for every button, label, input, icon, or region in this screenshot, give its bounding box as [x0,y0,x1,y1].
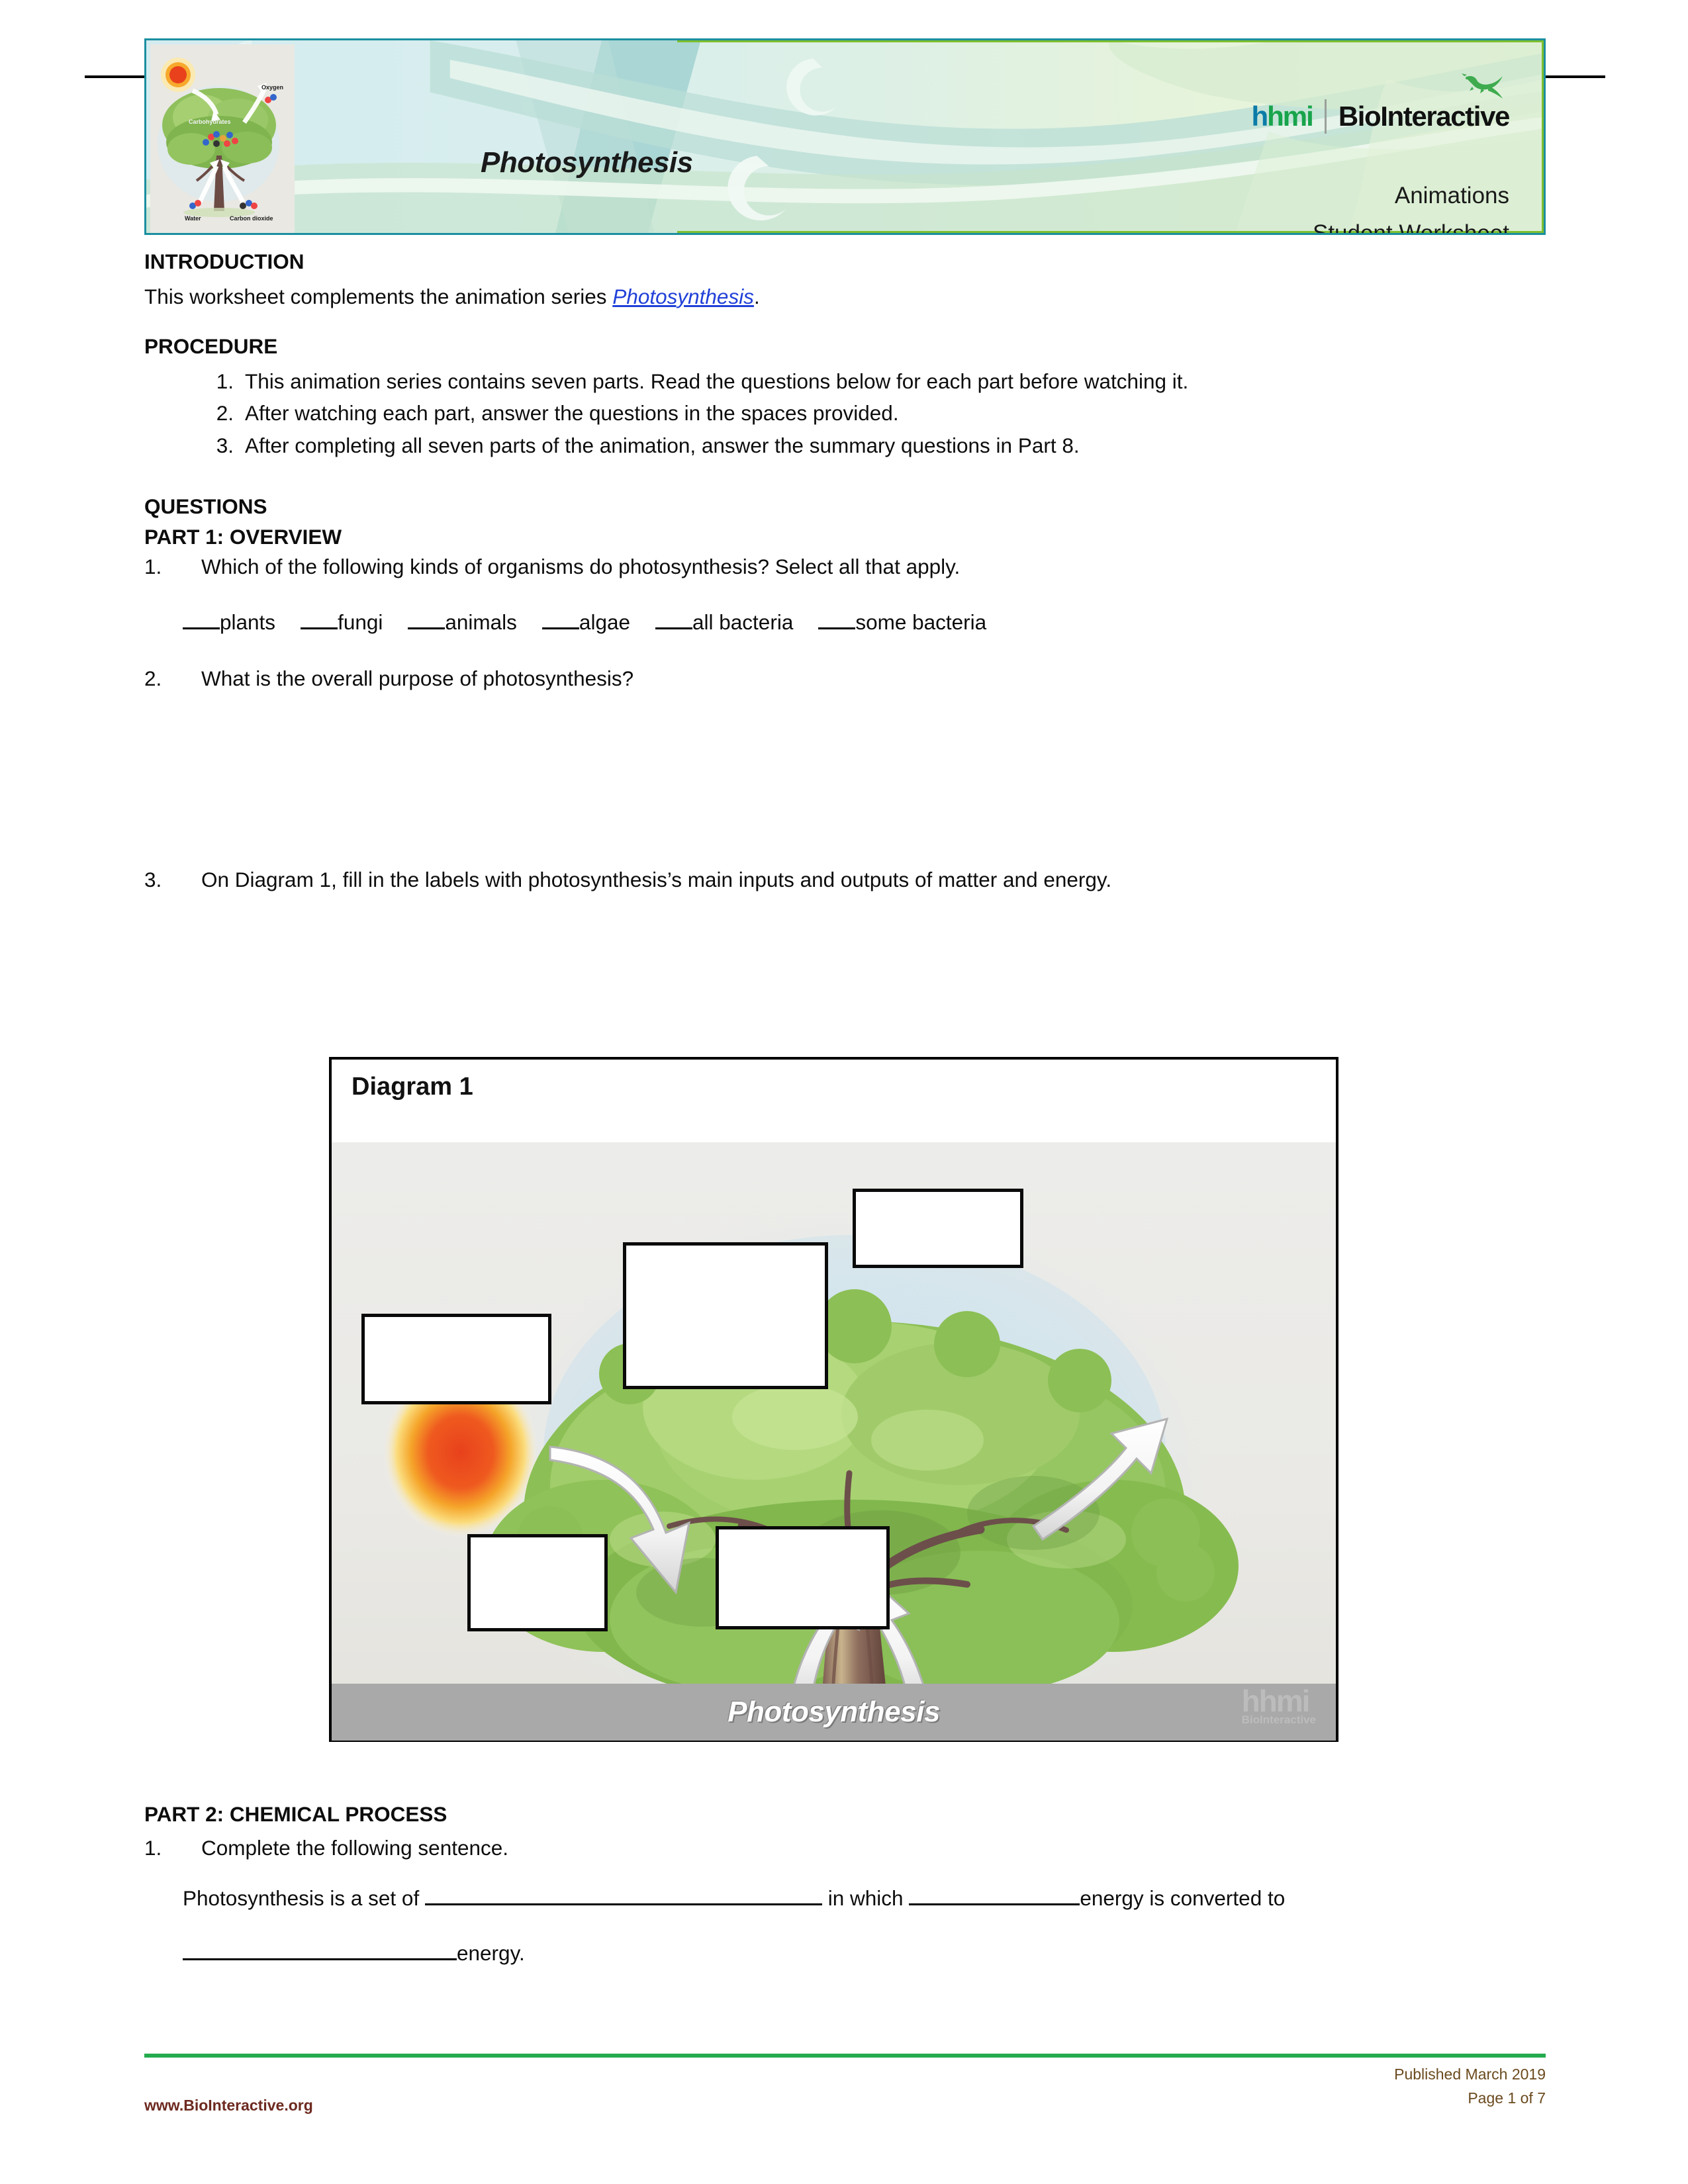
part2-section: PART 2: CHEMICAL PROCESS 1. Complete the… [144,1802,1548,1966]
checkbox-blank-some-bacteria[interactable] [818,627,856,629]
choice-label-plants: plants [220,610,276,634]
header-decoration-graphic [146,40,1544,233]
diagram-label-box-upper-right[interactable] [853,1189,1023,1268]
tree-thumbnail-svg: Oxygen Carbohydrates Water Carbon dioxid… [150,44,295,233]
part1-question-3: 3. On Diagram 1, fill in the labels with… [144,867,1548,891]
sentence-fragment-3: energy is converted to [1080,1886,1286,1910]
worksheet-body: INTRODUCTION This worksheet complements … [144,251,1548,890]
diagram-caption-text: Photosynthesis [727,1696,940,1728]
part1-q1-number: 1. [144,555,162,578]
diagram-1-canvas: Photosynthesis hhmi BioInteractive [332,1142,1336,1741]
part1-heading: PART 1: OVERVIEW [144,524,342,549]
sentence-fragment-4: energy. [457,1940,525,1965]
hhmi-watermark: hhmi BioInteractive [1241,1684,1316,1727]
document-header: Oxygen Carbohydrates Water Carbon dioxid… [144,38,1546,235]
header-rule-left [85,75,144,78]
checkbox-blank-all-bacteria[interactable] [655,627,692,629]
part2-fill-in-sentence-line2: energy. [144,1941,1548,1966]
header-right-green-border [1542,40,1544,233]
biointeractive-wordmark: BioInteractive [1338,101,1511,132]
diagram-caption-bar: Photosynthesis hhmi BioInteractive [332,1684,1336,1741]
part1-q3-text: On Diagram 1, fill in the labels with ph… [201,867,1112,891]
procedure-item-1: 1. This animation series contains seven p… [144,371,1548,392]
checkbox-blank-animals[interactable] [408,627,445,629]
footer-meta: Published March 2019 Page 1 of 7 [1394,2063,1546,2110]
page-title: Photosynthesis [481,146,693,179]
logo-divider [1324,99,1327,134]
header-subtitle-animations: Animations [1394,183,1509,208]
part1-q2-answer-space[interactable] [144,690,1548,870]
checkbox-blank-algae[interactable] [541,627,579,629]
header-rule-right [1546,75,1605,78]
sentence-blank-2[interactable] [909,1903,1080,1905]
procedure-item-1-number: 1. [216,369,234,393]
part1-question-2: 2. What is the overall purpose of photos… [144,668,1548,690]
thumb-label-oxygen: Oxygen [261,84,283,91]
choice-label-animals: animals [445,610,517,634]
procedure-item-3-text: After completing all seven parts of the … [245,433,1080,457]
diagram-1-title: Diagram 1 [352,1073,473,1101]
photosynthesis-thumbnail-image: Oxygen Carbohydrates Water Carbon dioxid… [150,44,295,233]
diagram-label-box-lower-right[interactable] [716,1526,890,1629]
choice-label-some-bacteria: some bacteria [855,610,987,634]
photosynthesis-tree-illustration [332,1142,1336,1741]
choice-label-fungi: fungi [338,610,383,634]
intro-text-after: . [753,284,760,308]
footer-published-date: Published March 2019 [1394,2066,1546,2083]
part2-heading: PART 2: CHEMICAL PROCESS [144,1802,447,1826]
procedure-item-3: 3. After completing all seven parts of th… [144,435,1548,457]
hhmi-biointeractive-logo: hhmi BioInteractive [1251,99,1511,134]
thumb-label-carbon-dioxide: Carbon dioxide [230,215,273,222]
part2-fill-in-sentence: Photosynthesis is a set of in which ener… [144,1888,1548,1909]
diagram-label-box-left[interactable] [361,1314,551,1404]
intro-text-before: This worksheet complements the animation… [144,284,613,308]
sentence-fragment-2: in which [827,1886,904,1910]
part1-q3-number: 3. [144,867,162,891]
sentence-fragment-1: Photosynthesis is a set of [183,1886,420,1910]
footer-divider [144,2054,1546,2058]
sentence-blank-1[interactable] [424,1903,822,1905]
sentence-blank-3[interactable] [183,1958,457,1960]
introduction-heading: INTRODUCTION [144,250,305,273]
checkbox-blank-fungi[interactable] [301,627,338,629]
footer-website-link[interactable]: www.BioInteractive.org [144,2097,313,2115]
part2-q1-number: 1. [144,1836,162,1860]
procedure-heading: PROCEDURE [144,334,278,358]
choice-label-all-bacteria: all bacteria [692,610,794,634]
photosynthesis-series-link[interactable]: Photosynthesis [612,285,754,308]
part2-question-1: 1. Complete the following sentence. [144,1836,1548,1860]
diagram-1-container: Diagram 1 Photosynthesis hhmi BioInterac… [329,1057,1338,1742]
part1-q2-number: 2. [144,666,162,690]
diagram-label-box-lower-left[interactable] [467,1534,608,1631]
introduction-paragraph: This worksheet complements the animation… [144,284,1548,308]
questions-heading: QUESTIONS [144,494,267,518]
thumb-label-water: Water [185,215,201,222]
part2-q1-text: Complete the following sentence. [201,1836,509,1860]
procedure-item-2: 2. After watching each part, answer the q… [144,401,1548,425]
footer-page-number: Page 1 of 7 [1468,2089,1546,2107]
part1-question-1: 1. Which of the following kinds of organ… [144,555,1548,578]
part1-q2-text: What is the overall purpose of photosynt… [201,666,634,690]
header-top-green-border [677,40,1544,42]
checkbox-blank-plants[interactable] [183,627,220,629]
procedure-item-2-text: After watching each part, answer the que… [245,401,899,425]
procedure-item-2-number: 2. [216,401,234,425]
procedure-item-3-number: 3. [216,433,234,457]
procedure-item-1-text: This animation series contains seven par… [245,369,1189,393]
worksheet-page: Oxygen Carbohydrates Water Carbon dioxid… [0,0,1688,2184]
part1-q1-choice-row: plants fungi animals algae all bacteria some … [144,612,1548,633]
hhmi-wordmark: hhmi [1251,101,1313,132]
part1-q1-text: Which of the following kinds of organism… [201,555,961,578]
thumb-label-carbohydrates: Carbohydrates [189,118,231,125]
header-subtitle-student-worksheet: Student Worksheet [1312,220,1509,235]
diagram-label-box-center[interactable] [623,1242,828,1389]
procedure-list: 1. This animation series contains seven p… [144,371,1548,457]
choice-label-algae: algae [579,610,630,634]
